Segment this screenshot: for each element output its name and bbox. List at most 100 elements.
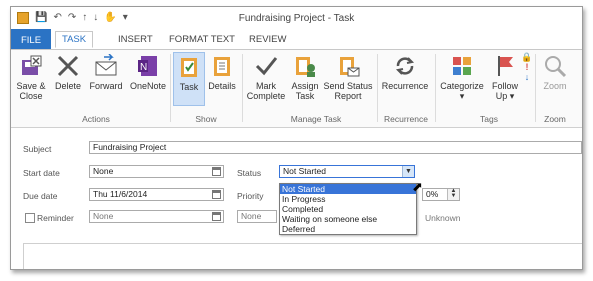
status-option-in-progress[interactable]: In Progress	[280, 194, 416, 204]
reminder-checkbox[interactable]	[25, 213, 35, 223]
status-select[interactable]: Not Started ▼	[279, 165, 415, 178]
percent-complete-value: 0%	[426, 189, 439, 199]
save-close-label-2: Close	[19, 91, 43, 101]
categorize-label: Categorize	[440, 81, 484, 91]
group-show-label: Show	[195, 114, 217, 124]
assign-task-button[interactable]: Assign Task	[289, 52, 321, 101]
task-view-label: Task	[179, 82, 199, 92]
tab-task[interactable]: TASK	[55, 31, 94, 48]
delete-button[interactable]: Delete	[51, 52, 85, 91]
send-status-icon	[336, 54, 360, 78]
private-lock-button[interactable]: 🔒 ! ↓	[521, 52, 533, 82]
status-dropdown-list: Not Started In Progress Completed Waitin…	[279, 183, 417, 235]
subject-label: Subject	[23, 144, 52, 154]
reminder-label: Reminder	[37, 213, 74, 223]
forward-label: Forward	[89, 81, 123, 91]
due-date-label: Due date	[23, 191, 58, 201]
task-clipboard-icon	[177, 55, 201, 79]
ribbon-separator	[535, 54, 536, 122]
high-importance-icon[interactable]: !	[521, 62, 533, 72]
start-date-label: Start date	[23, 168, 60, 178]
spinner-icon[interactable]: ▲ ▼	[447, 188, 459, 200]
task-window: 💾 ↶ ↷ ↑ ↓ ✋ ▾ Fundraising Project - Task…	[10, 6, 583, 270]
follow-up-label-2: Up ▾	[495, 91, 515, 101]
low-importance-icon[interactable]: ↓	[521, 72, 533, 82]
details-clipboard-icon	[210, 54, 234, 78]
reminder-date-input[interactable]: None	[89, 210, 224, 223]
status-option-not-started[interactable]: Not Started	[280, 184, 416, 194]
delete-icon	[56, 54, 80, 78]
details-label: Details	[208, 81, 236, 91]
reminder-time-input[interactable]: None	[237, 210, 277, 223]
calendar-icon[interactable]	[212, 212, 221, 221]
ribbon-tabs: FILE TASK INSERT FORMAT TEXT REVIEW	[11, 29, 582, 50]
forward-envelope-icon	[94, 53, 118, 78]
assign-task-label-1: Assign	[291, 81, 319, 91]
calendar-icon[interactable]	[212, 167, 221, 176]
mark-complete-label-2: Complete	[246, 91, 286, 101]
status-label: Status	[237, 168, 262, 178]
group-zoom-label: Zoom	[544, 114, 566, 124]
recurrence-label: Recurrence	[381, 81, 429, 91]
send-status-label-2: Report	[334, 91, 362, 101]
start-date-value: None	[93, 166, 114, 176]
delete-label: Delete	[54, 81, 81, 91]
assign-task-label-2: Task	[295, 91, 315, 101]
calendar-icon[interactable]	[212, 190, 221, 199]
zoom-button[interactable]: Zoom	[538, 52, 572, 91]
categorize-button[interactable]: Categorize ▾	[437, 52, 487, 101]
save-close-button[interactable]: Save & Close	[15, 52, 47, 101]
group-manage-task-label: Manage Task	[290, 114, 342, 124]
status-option-waiting[interactable]: Waiting on someone else	[280, 214, 416, 224]
send-status-report-button[interactable]: Send Status Report	[322, 52, 374, 101]
save-close-label-1: Save &	[16, 81, 46, 91]
mouse-pointer-icon: ⬈	[412, 179, 423, 194]
due-date-input[interactable]: Thu 11/6/2014	[89, 188, 224, 201]
status-option-completed[interactable]: Completed	[280, 204, 416, 214]
lock-icon: 🔒	[521, 52, 533, 62]
onenote-label: OneNote	[129, 81, 167, 91]
percent-complete-input[interactable]: 0% ▲ ▼	[422, 188, 460, 201]
magnifier-icon	[543, 54, 567, 78]
status-option-deferred[interactable]: Deferred	[280, 224, 416, 234]
priority-label: Priority	[237, 191, 264, 201]
mark-complete-button[interactable]: Mark Complete	[245, 52, 287, 101]
owner-value: Unknown	[425, 213, 461, 223]
chevron-down-icon[interactable]: ▼	[402, 166, 414, 177]
ribbon-separator	[170, 54, 171, 122]
recurrence-button[interactable]: Recurrence	[380, 52, 430, 91]
reminder-time-value: None	[241, 211, 262, 221]
ribbon-separator	[377, 54, 378, 122]
chevron-down-icon: ▾	[509, 91, 515, 101]
ribbon-separator	[435, 54, 436, 122]
send-status-label-1: Send Status	[323, 81, 373, 91]
tab-format-text[interactable]: FORMAT TEXT	[163, 32, 241, 47]
ribbon-separator	[242, 54, 243, 122]
onenote-icon: N	[136, 54, 160, 78]
group-tags-label: Tags	[480, 114, 498, 124]
chevron-down-icon: ▾	[459, 91, 465, 101]
tab-insert[interactable]: INSERT	[112, 32, 159, 47]
window-title: Fundraising Project - Task	[238, 13, 355, 24]
tab-review[interactable]: REVIEW	[243, 32, 292, 47]
task-view-button[interactable]: Task	[173, 52, 205, 106]
reminder-date-value: None	[93, 211, 114, 221]
onenote-button[interactable]: N OneNote	[127, 52, 169, 91]
flag-icon	[493, 54, 517, 78]
mark-complete-label-1: Mark	[256, 81, 276, 91]
follow-up-button[interactable]: Follow Up ▾	[489, 52, 521, 101]
task-body-editor[interactable]	[23, 243, 582, 269]
checkmark-icon	[254, 54, 278, 78]
start-date-input[interactable]: None	[89, 165, 224, 178]
zoom-label: Zoom	[543, 81, 567, 91]
subject-input[interactable]: Fundraising Project	[89, 141, 582, 154]
recurrence-icon	[393, 54, 417, 78]
categorize-icon	[450, 54, 474, 78]
forward-button[interactable]: Forward	[87, 52, 125, 91]
tab-file[interactable]: FILE	[11, 29, 51, 49]
group-actions-label: Actions	[82, 114, 110, 124]
save-close-icon	[19, 54, 43, 78]
title-bar: 💾 ↶ ↷ ↑ ↓ ✋ ▾ Fundraising Project - Task	[11, 7, 582, 29]
details-button[interactable]: Details	[205, 52, 239, 91]
status-value: Not Started	[283, 166, 326, 176]
